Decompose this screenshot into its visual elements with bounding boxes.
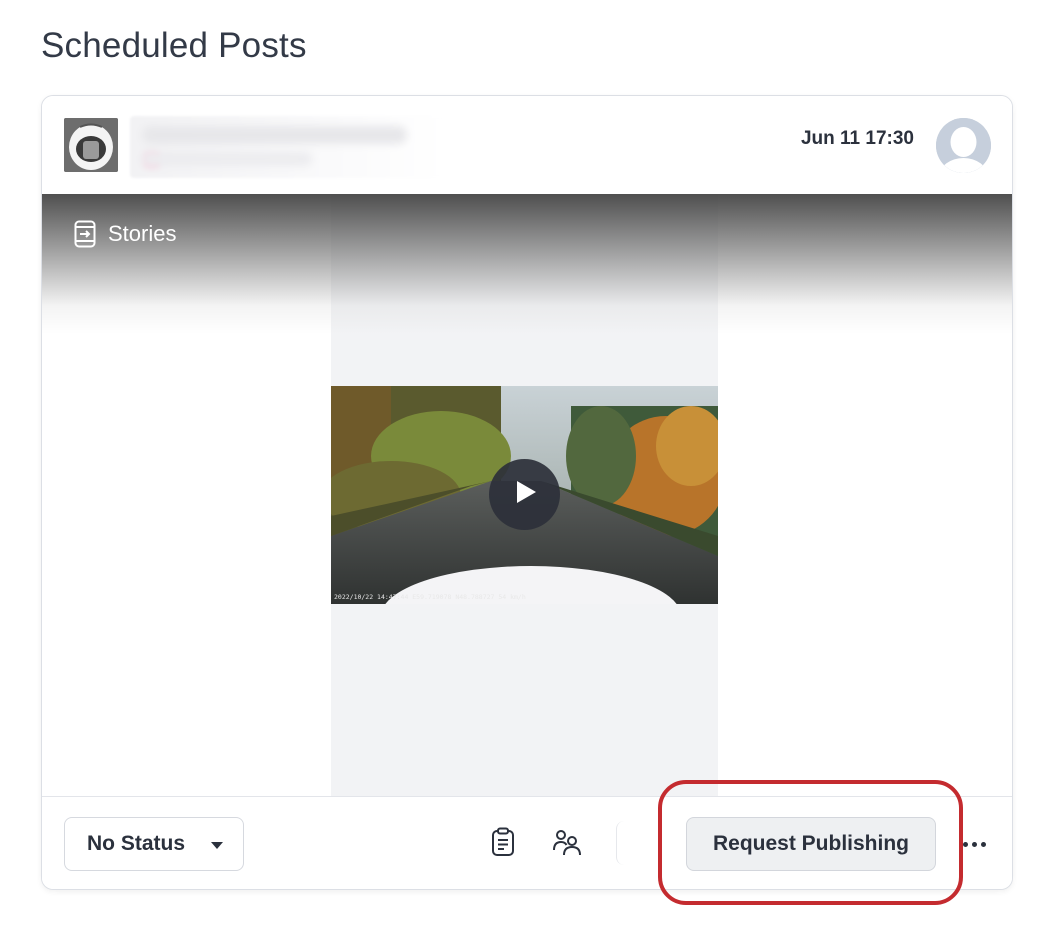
notes-button[interactable] <box>486 827 520 861</box>
status-dropdown[interactable]: No Status <box>64 817 244 871</box>
page-title: Scheduled Posts <box>41 26 307 65</box>
post-type-tag: Stories <box>74 220 176 248</box>
clipboard-icon <box>491 827 515 862</box>
post-header: Jun 11 17:30 <box>42 96 1012 194</box>
more-options-button[interactable] <box>956 827 992 861</box>
post-media: Stories 2022/10/22 14:47:44 E59.719078 N… <box>42 194 1012 796</box>
stories-icon <box>74 220 96 248</box>
post-footer: No Status Request Publishing <box>42 796 1012 889</box>
caret-down-icon <box>211 842 223 849</box>
assign-users-button[interactable] <box>550 827 584 861</box>
status-label: No Status <box>87 832 186 855</box>
account-name-redacted <box>130 116 444 178</box>
more-dots-icon <box>962 841 968 847</box>
toolbar-divider <box>616 821 646 865</box>
account-avatar[interactable] <box>64 118 118 172</box>
user-avatar[interactable] <box>936 118 991 173</box>
request-publishing-button[interactable]: Request Publishing <box>686 817 936 871</box>
video-timestamp-overlay: 2022/10/22 14:47:44 E59.719078 N48.78872… <box>334 593 526 601</box>
play-button[interactable] <box>489 459 560 530</box>
scheduled-time: Jun 11 17:30 <box>800 128 914 149</box>
post-type-label: Stories <box>108 221 177 246</box>
people-icon <box>552 828 582 861</box>
media-top-gradient <box>42 194 1012 334</box>
post-card[interactable]: Jun 11 17:30 Stories 2022/10/22 14:47:44… <box>41 95 1013 890</box>
play-icon <box>511 478 539 511</box>
video-thumbnail[interactable]: 2022/10/22 14:47:44 E59.719078 N48.78872… <box>331 386 718 604</box>
